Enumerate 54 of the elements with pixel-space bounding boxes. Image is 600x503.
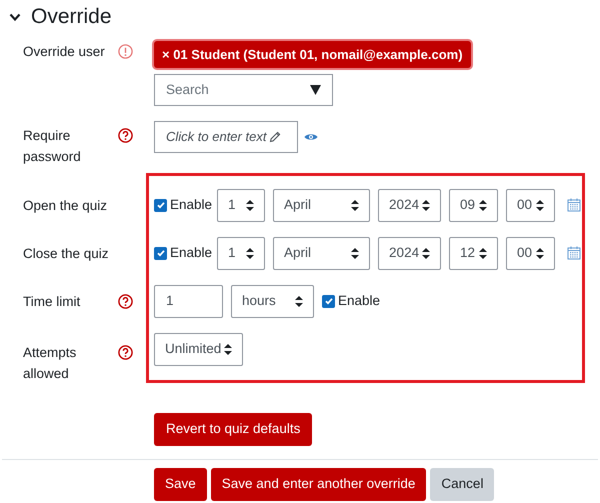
password-field[interactable]: Click to enter text bbox=[154, 121, 298, 153]
sort-icon bbox=[479, 200, 488, 210]
checkbox[interactable] bbox=[154, 198, 167, 212]
time-limit-field[interactable]: 1 bbox=[154, 284, 223, 318]
checkbox[interactable] bbox=[322, 294, 335, 308]
enable-label: Enable bbox=[170, 244, 212, 262]
sort-icon bbox=[295, 296, 303, 306]
sort-icon bbox=[422, 248, 430, 258]
year-select[interactable]: 2024 bbox=[378, 188, 442, 222]
minute-select[interactable]: 00 bbox=[506, 236, 556, 270]
minute-select[interactable]: 00 bbox=[506, 188, 556, 222]
sort-icon bbox=[536, 248, 544, 258]
enable-label: Enable bbox=[170, 196, 212, 214]
selected-user-tag[interactable]: × 01 Student (Student 01, nomail@example.com) bbox=[154, 41, 471, 68]
pencil-icon bbox=[269, 131, 282, 143]
calendar-icon[interactable] bbox=[567, 198, 582, 212]
field-label: Time limit bbox=[23, 293, 82, 311]
unit-select[interactable]: hours bbox=[231, 284, 314, 318]
dropdown-arrow-icon bbox=[310, 85, 321, 95]
enable-label: Enable bbox=[338, 292, 380, 310]
sort-icon bbox=[246, 200, 254, 210]
sort-icon bbox=[536, 200, 544, 210]
eye-icon[interactable] bbox=[304, 132, 318, 142]
day-select[interactable]: 1 bbox=[217, 188, 266, 222]
hour-select[interactable]: 09 bbox=[449, 188, 498, 222]
help-icon[interactable] bbox=[118, 294, 133, 309]
month-select[interactable]: April bbox=[273, 188, 370, 222]
chevron-icon[interactable] bbox=[9, 12, 21, 22]
sort-icon bbox=[351, 200, 360, 210]
day-select[interactable]: 1 bbox=[217, 236, 266, 270]
year-select[interactable]: 2024 bbox=[378, 236, 442, 270]
search-dropdown[interactable]: Search bbox=[154, 74, 333, 106]
sort-icon bbox=[246, 248, 254, 258]
sort-icon bbox=[479, 248, 488, 258]
field-label: Open the quiz bbox=[23, 197, 108, 215]
cancel-button[interactable]: Cancel bbox=[430, 468, 494, 501]
attempts-select[interactable]: Unlimited bbox=[154, 332, 243, 366]
field-label: Attempts allowed bbox=[23, 344, 78, 383]
primary-button[interactable]: Save and enter another override bbox=[210, 468, 426, 501]
field-label: Override user bbox=[23, 43, 106, 61]
help-icon[interactable] bbox=[118, 345, 133, 360]
section-title: Override bbox=[31, 4, 112, 30]
sort-icon bbox=[422, 200, 430, 210]
calendar-icon[interactable] bbox=[567, 246, 582, 260]
sort-icon bbox=[224, 344, 232, 354]
help-icon[interactable] bbox=[118, 128, 133, 143]
revert-button[interactable]: Revert to quiz defaults bbox=[154, 413, 312, 446]
checkbox[interactable] bbox=[154, 246, 167, 260]
sort-icon bbox=[351, 248, 360, 258]
hour-select[interactable]: 12 bbox=[449, 236, 498, 270]
field-label: Require password bbox=[23, 127, 82, 166]
field-label: Close the quiz bbox=[23, 245, 110, 263]
month-select[interactable]: April bbox=[273, 236, 370, 270]
primary-button[interactable]: Save bbox=[154, 468, 207, 501]
